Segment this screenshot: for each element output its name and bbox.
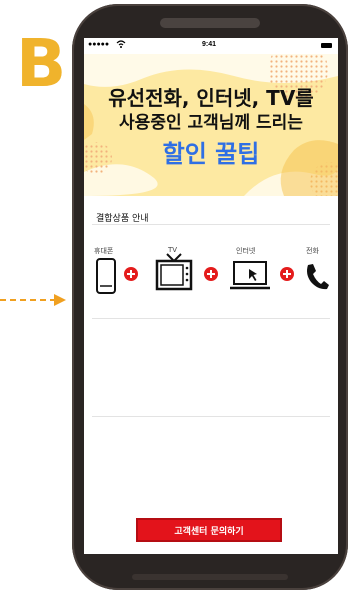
phone-bottom-edge bbox=[132, 574, 288, 580]
signal-indicator: ●●●●● bbox=[88, 41, 110, 48]
phone-screen: ●●●●● 9:41 유선전화, 인터넷, TV를 사용중인 고객님께 드리는 … bbox=[84, 38, 338, 554]
plus-icon bbox=[280, 267, 294, 281]
plus-icon bbox=[204, 267, 218, 281]
telephone-icon bbox=[307, 264, 329, 290]
hero-title-highlight: 할인 꿀팁 bbox=[162, 140, 260, 168]
tv-icon bbox=[155, 253, 193, 291]
status-time: 9:41 bbox=[202, 41, 217, 48]
hero-title-line2: 사용중인 고객님께 드리는 bbox=[119, 113, 303, 133]
status-bar: ●●●●● 9:41 bbox=[84, 38, 338, 54]
battery-icon bbox=[321, 43, 332, 48]
laptop-icon bbox=[230, 261, 270, 290]
plus-icon bbox=[124, 267, 138, 281]
bundle-label-phone: 전화 bbox=[306, 247, 319, 255]
bundle-section-title: 결합상품 안내 bbox=[96, 214, 149, 224]
bundle-label-mobile: 휴대폰 bbox=[94, 247, 114, 255]
step-letter-b: B bbox=[16, 30, 66, 94]
hero-title-line1: 유선전화, 인터넷, TV를 bbox=[108, 86, 314, 110]
contact-support-button[interactable]: 고객센터 문의하기 bbox=[136, 518, 282, 542]
phone-frame: ●●●●● 9:41 유선전화, 인터넷, TV를 사용중인 고객님께 드리는 … bbox=[72, 4, 348, 590]
bundle-label-internet: 인터넷 bbox=[236, 247, 256, 255]
divider bbox=[92, 318, 330, 319]
wifi-icon bbox=[116, 40, 126, 48]
divider bbox=[92, 416, 330, 417]
dashed-arrow-icon bbox=[0, 294, 66, 306]
step-letter-text: B bbox=[16, 30, 66, 94]
divider bbox=[92, 224, 330, 225]
hero-banner: 유선전화, 인터넷, TV를 사용중인 고객님께 드리는 할인 꿀팁 bbox=[84, 54, 338, 196]
mobile-phone-icon bbox=[96, 258, 116, 294]
phone-speaker bbox=[160, 18, 260, 28]
